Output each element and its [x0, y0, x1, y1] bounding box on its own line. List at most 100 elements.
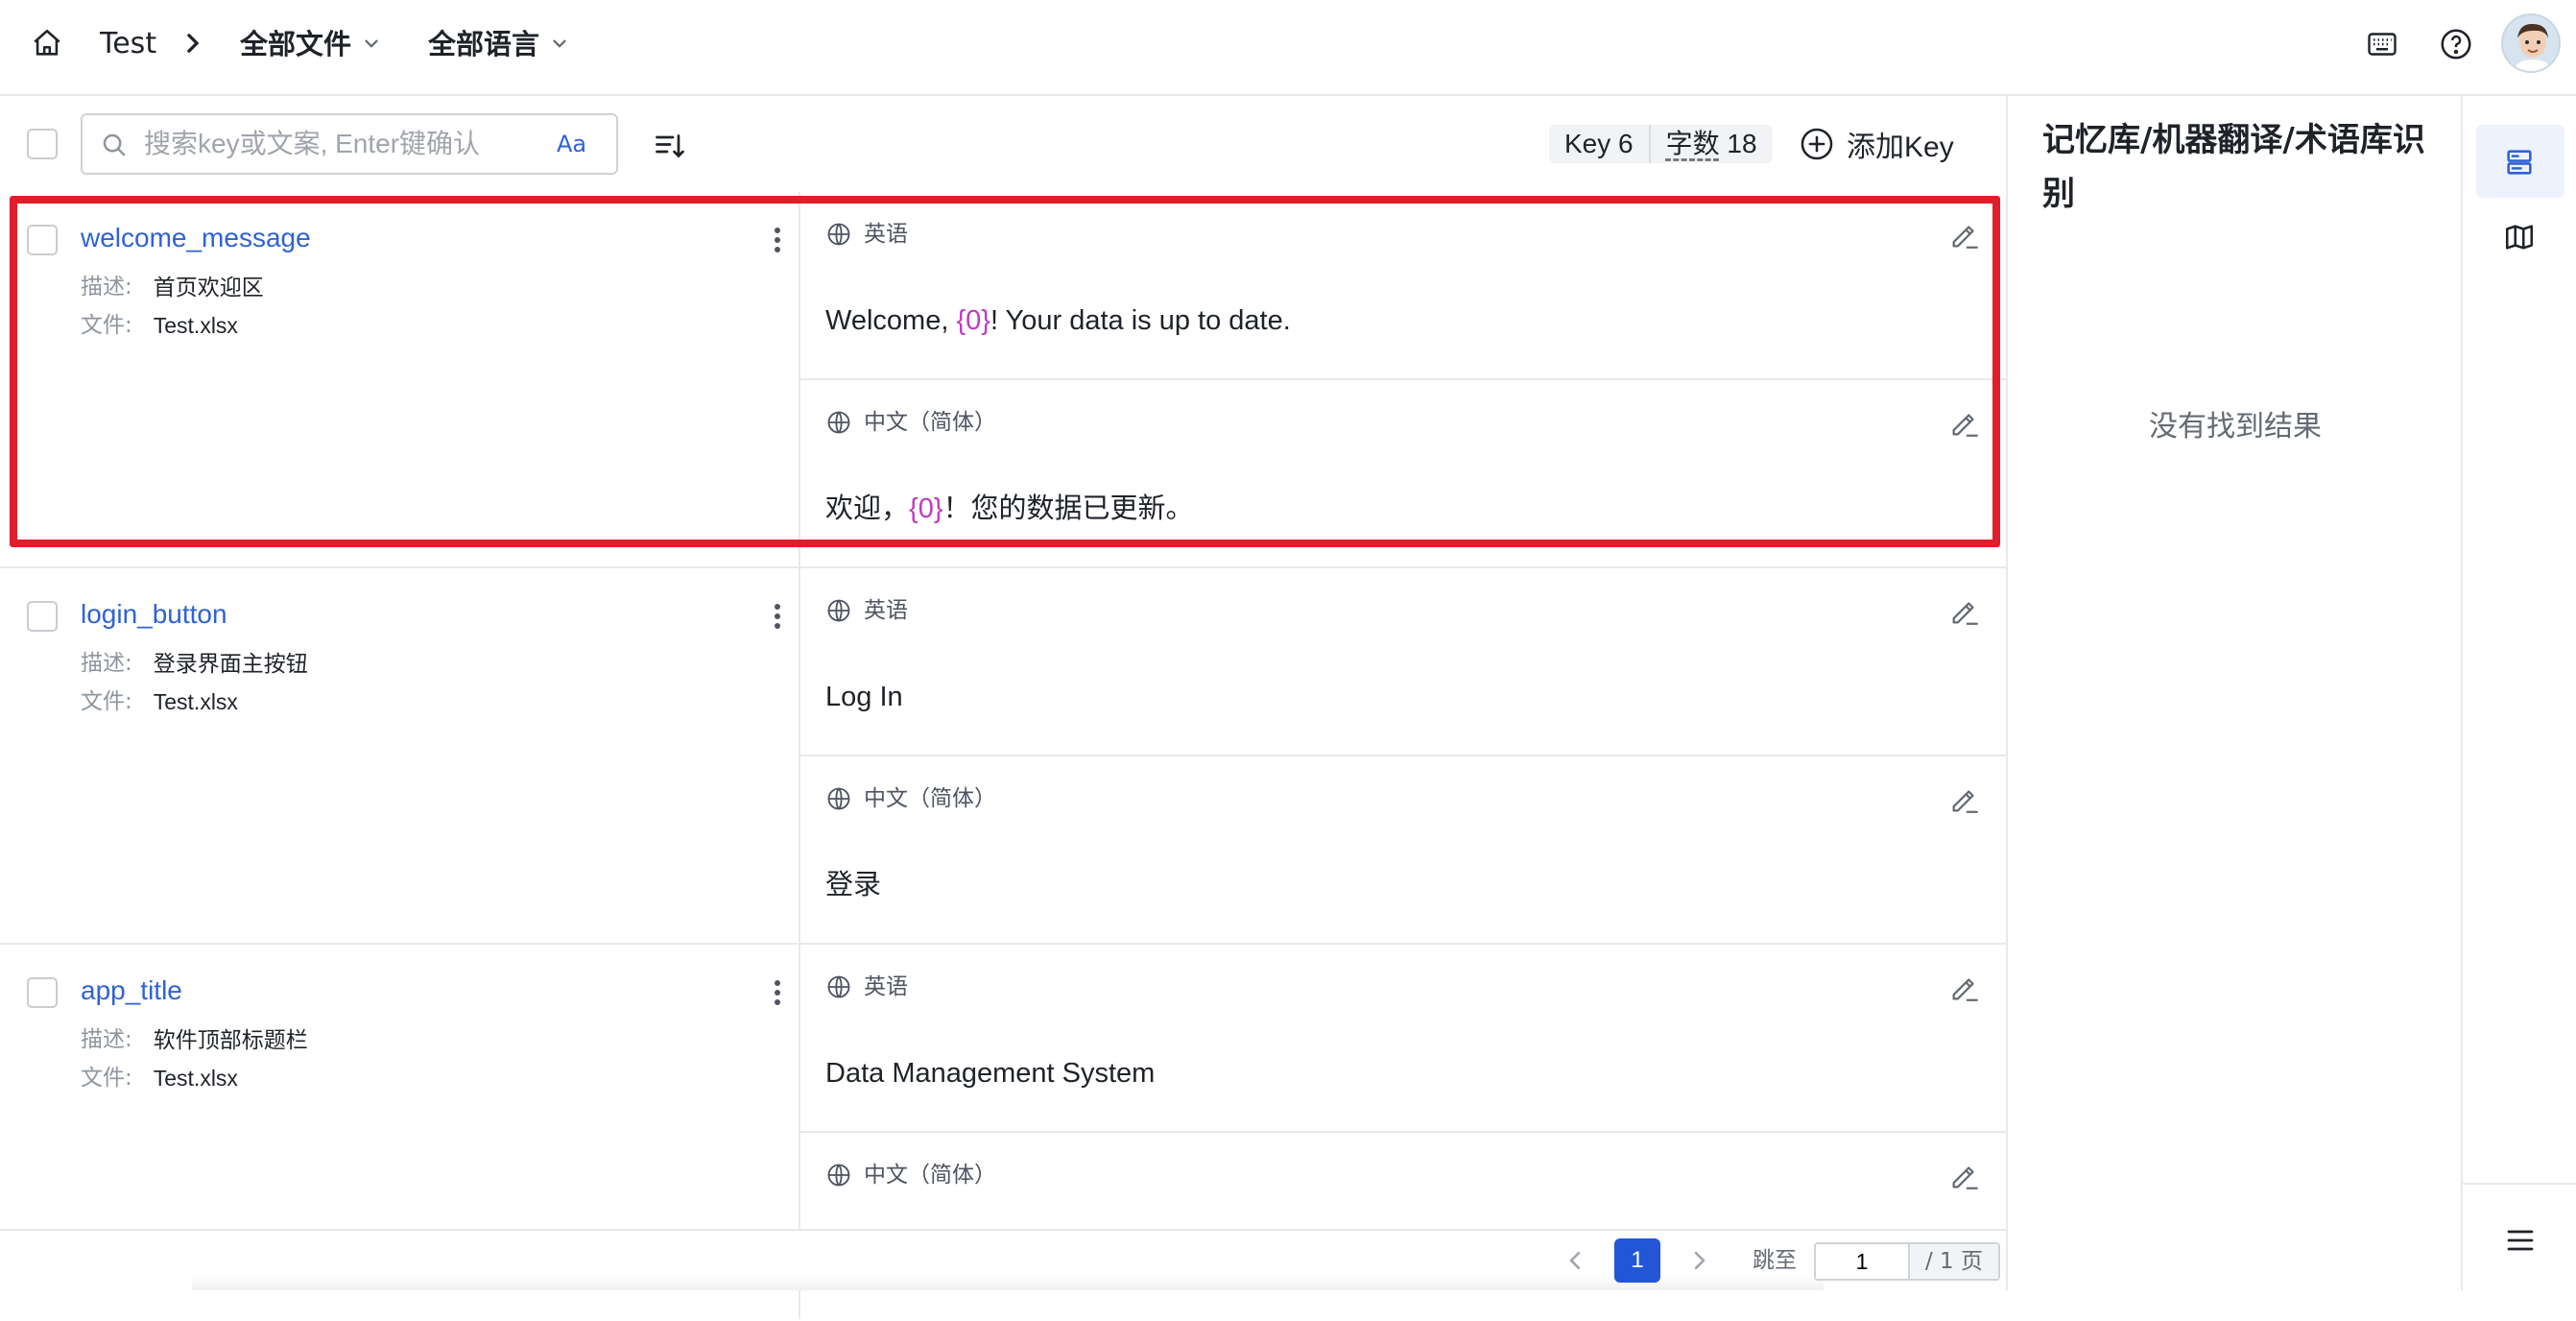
desc-label: 描述:	[81, 1027, 132, 1052]
top-bar: Test 全部文件 全部语言	[0, 0, 2576, 96]
translation-cell[interactable]: 英语 Welcome, {0}! Your data is up to date…	[800, 192, 2006, 380]
home-icon[interactable]	[31, 27, 63, 60]
page-number-current[interactable]: 1	[1614, 1238, 1660, 1283]
row-checkbox[interactable]	[27, 601, 58, 632]
key-row: login_button 描述: 登录界面主按钮 文件: Test.xlsx 英语 …	[0, 568, 2006, 945]
file-value: Test.xlsx	[153, 1066, 238, 1091]
key-word-stats: Key 6 字数 18	[1549, 125, 1773, 163]
sort-icon[interactable]	[653, 129, 687, 163]
more-vertical-icon[interactable]	[764, 973, 791, 1012]
globe-icon	[827, 787, 850, 810]
more-vertical-icon[interactable]	[764, 221, 791, 259]
language-label: 英语	[864, 974, 908, 999]
key-info: welcome_message 描述: 首页欢迎区 文件: Test.xlsx	[0, 192, 800, 566]
key-list: welcome_message 描述: 首页欢迎区 文件: Test.xlsx 英语…	[0, 192, 2006, 1319]
word-count: 字数 18	[1651, 125, 1773, 163]
chevron-down-icon	[365, 39, 378, 48]
key-file: 文件: Test.xlsx	[81, 685, 238, 718]
key-info: login_button 描述: 登录界面主按钮 文件: Test.xlsx	[0, 568, 800, 943]
translation-cell[interactable]: 中文（简体） 欢迎，{0}！您的数据已更新。	[800, 380, 2006, 568]
memory-panel-icon[interactable]	[2503, 146, 2536, 179]
menu-icon[interactable]	[2503, 1223, 2538, 1258]
help-icon[interactable]	[2438, 26, 2474, 62]
word-count-value: 18	[1727, 129, 1757, 158]
chevron-right-icon[interactable]	[1687, 1248, 1712, 1273]
translation-text: 登录	[825, 870, 882, 901]
placeholder-token: {0}	[909, 493, 943, 524]
text-segment: Welcome,	[825, 305, 957, 336]
language-filter-dropdown[interactable]: 全部语言	[428, 23, 570, 65]
language-label: 中文（简体）	[864, 1163, 996, 1188]
file-label: 文件:	[81, 1066, 132, 1091]
placeholder-token: {0}	[956, 305, 990, 336]
word-count-label: 字数	[1665, 129, 1720, 158]
add-key-label: 添加Key	[1847, 132, 1954, 163]
translation-text: Log In	[825, 682, 903, 712]
edit-icon[interactable]	[1948, 595, 1981, 628]
edit-icon[interactable]	[1948, 219, 1981, 252]
desc-value: 首页欢迎区	[153, 275, 264, 300]
match-case-toggle[interactable]: Aa	[557, 129, 586, 159]
desc-value: 软件顶部标题栏	[153, 1027, 308, 1052]
key-description: 描述: 登录界面主按钮	[81, 647, 308, 680]
keyboard-icon[interactable]	[2365, 27, 2399, 61]
text-segment: 欢迎，	[825, 493, 910, 524]
goto-page: / 1 页	[1814, 1242, 2000, 1281]
breadcrumb-project[interactable]: Test	[100, 23, 156, 65]
key-description: 描述: 首页欢迎区	[81, 271, 264, 303]
edit-icon[interactable]	[1948, 1160, 1981, 1192]
map-icon[interactable]	[2503, 221, 2536, 253]
text-segment: ! Your data is up to date.	[990, 305, 1291, 336]
edit-icon[interactable]	[1948, 783, 1981, 816]
globe-icon	[827, 975, 850, 998]
language-label: 英语	[864, 222, 908, 247]
desc-label: 描述:	[81, 651, 132, 676]
translation-text: Welcome, {0}! Your data is up to date.	[825, 300, 1291, 342]
globe-icon	[827, 223, 850, 246]
goto-page-input[interactable]	[1816, 1244, 1908, 1279]
text-segment: ！您的数据已更新。	[942, 493, 1194, 524]
add-key-button[interactable]: 添加Key	[1799, 123, 1954, 165]
key-count: Key 6	[1549, 125, 1651, 163]
file-label: 文件:	[81, 689, 132, 714]
translation-text: Data Management System	[825, 1058, 1156, 1089]
translation-cell[interactable]: 中文（简体）	[800, 1133, 2006, 1321]
file-filter-label: 全部文件	[240, 28, 352, 60]
desc-label: 描述:	[81, 275, 132, 300]
chevron-down-icon	[553, 39, 566, 48]
edit-icon[interactable]	[1948, 407, 1981, 440]
translation-cell[interactable]: 英语 Data Management System	[800, 945, 2006, 1133]
file-value: Test.xlsx	[153, 313, 238, 338]
right-rail	[2461, 96, 2576, 1290]
chevron-left-icon[interactable]	[1562, 1248, 1587, 1273]
avatar[interactable]	[2501, 13, 2561, 73]
search-box[interactable]: Aa	[81, 113, 618, 175]
key-name[interactable]: login_button	[81, 593, 227, 636]
rail-divider	[2463, 1183, 2576, 1185]
language-label: 中文（简体）	[864, 786, 996, 811]
more-vertical-icon[interactable]	[764, 597, 791, 636]
pagination-shadow	[192, 1275, 1824, 1290]
desc-value: 登录界面主按钮	[153, 651, 308, 676]
key-file: 文件: Test.xlsx	[81, 309, 238, 342]
key-name[interactable]: welcome_message	[81, 217, 311, 259]
chevron-right-icon	[187, 34, 200, 53]
key-name[interactable]: app_title	[81, 970, 182, 1012]
globe-icon	[827, 411, 850, 434]
file-filter-dropdown[interactable]: 全部文件	[240, 23, 382, 65]
select-all-checkbox[interactable]	[27, 129, 58, 159]
translation-text: 欢迎，{0}！您的数据已更新。	[825, 488, 1194, 530]
edit-icon[interactable]	[1948, 972, 1981, 1004]
search-input[interactable]	[144, 123, 528, 165]
key-file: 文件: Test.xlsx	[81, 1062, 238, 1094]
file-value: Test.xlsx	[153, 689, 238, 714]
key-description: 描述: 软件顶部标题栏	[81, 1023, 308, 1056]
total-pages: / 1 页	[1908, 1244, 1998, 1279]
row-checkbox[interactable]	[27, 225, 58, 255]
translation-cell[interactable]: 英语 Log In	[800, 568, 2006, 757]
globe-icon	[827, 599, 850, 622]
language-filter-label: 全部语言	[428, 28, 540, 60]
row-checkbox[interactable]	[27, 977, 58, 1008]
translation-cell[interactable]: 中文（简体） 登录	[800, 757, 2006, 945]
empty-state: 没有找到结果	[2149, 410, 2322, 444]
